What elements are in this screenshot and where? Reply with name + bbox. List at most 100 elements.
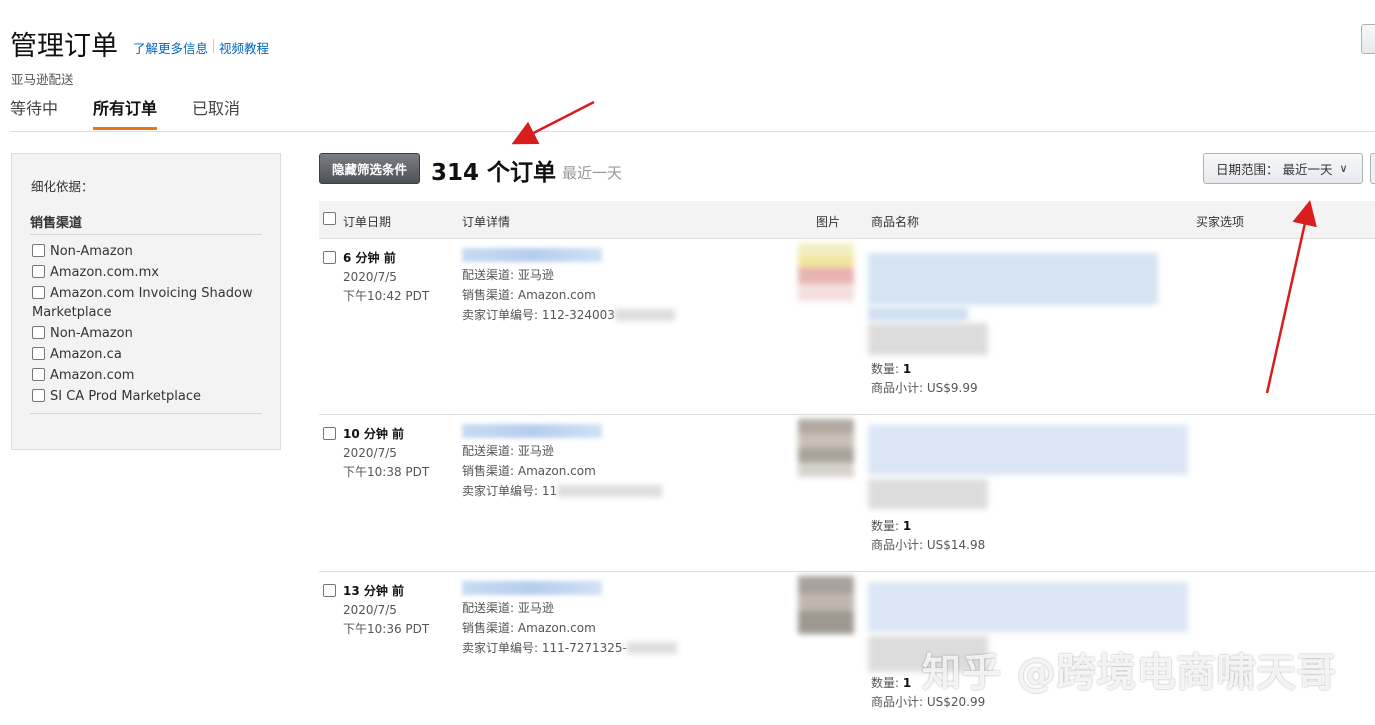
date-range-label: 日期范围： 最近一天 (1216, 162, 1333, 177)
filter-divider (30, 413, 262, 414)
column-product-name: 商品名称 (871, 215, 920, 229)
column-order-details: 订单详情 (462, 215, 511, 229)
sales-channel: 销售渠道: Amazon.com (462, 621, 596, 635)
filter-option[interactable]: Non-Amazon (32, 242, 262, 261)
filter-option[interactable]: Amazon.com (32, 366, 262, 385)
filter-option-label: Amazon.ca (50, 347, 122, 362)
sales-channel: 销售渠道: Amazon.com (462, 464, 596, 478)
filter-option[interactable]: Non-Amazon (32, 324, 262, 343)
filter-option[interactable]: Amazon.ca (32, 345, 262, 364)
checkbox[interactable] (32, 244, 45, 257)
filter-title: 细化依据： (31, 179, 94, 194)
filter-option-label: Amazon.com Invoicing Shadow Marketplace (32, 286, 253, 320)
quantity-line: 数量: 1 (871, 517, 985, 536)
order-age: 13 分钟 前 (343, 584, 405, 598)
order-tabs: 等待中 所有订单 已取消 (10, 95, 275, 130)
order-time-value: 下午10:36 PDT (343, 622, 430, 636)
seller-order-number-text: 卖家订单编号: 111-7271325- (462, 641, 627, 655)
order-details: 配送渠道: 亚马逊 销售渠道: Amazon.com 卖家订单编号: 11 (462, 424, 663, 501)
tab-pending[interactable]: 等待中 (10, 95, 58, 130)
sales-channel-list: Non-Amazon Amazon.com.mx Amazon.com Invo… (32, 242, 262, 408)
item-subtotal: 商品小计: US$14.98 (871, 538, 986, 552)
shipping-channel: 配送渠道: 亚马逊 (462, 601, 554, 615)
column-order-date[interactable]: 订单日期 (343, 213, 391, 230)
filter-option-label: SI CA Prod Marketplace (50, 389, 201, 404)
blurred-block (868, 479, 988, 509)
order-range-label: 最近一天 (562, 164, 623, 182)
order-age: 10 分钟 前 (343, 427, 405, 441)
watermark: 知乎 @跨境电商啸天哥 (922, 651, 1337, 696)
sales-channel: 销售渠道: Amazon.com (462, 288, 596, 302)
redacted-text (557, 485, 663, 497)
table-row: 10 分钟 前 2020/7/5 下午10:38 PDT 配送渠道: 亚马逊 销… (319, 415, 1375, 572)
seller-order-number: 卖家订单编号: 112-324003 (462, 305, 675, 325)
row-checkbox[interactable] (323, 584, 336, 597)
checkbox[interactable] (32, 265, 45, 278)
product-image[interactable] (798, 243, 854, 301)
learn-more-link[interactable]: 了解更多信息 (133, 38, 208, 57)
filter-option[interactable]: Amazon.com Invoicing Shadow Marketplace (32, 284, 262, 322)
order-date-value: 2020/7/5 (343, 603, 397, 617)
tab-cancelled[interactable]: 已取消 (192, 95, 240, 130)
seller-order-number-text: 卖家订单编号: 11 (462, 484, 558, 498)
filter-option-label: Amazon.com (50, 368, 135, 383)
blurred-block (868, 582, 1188, 632)
checkbox[interactable] (32, 368, 45, 381)
order-id-link[interactable] (462, 581, 602, 595)
order-details: 配送渠道: 亚马逊 销售渠道: Amazon.com 卖家订单编号: 112-3… (462, 248, 675, 325)
redacted-text (626, 642, 677, 654)
filter-option[interactable]: SI CA Prod Marketplace (32, 387, 262, 406)
quantity-label: 数量: (871, 362, 900, 376)
tab-all-orders[interactable]: 所有订单 (93, 95, 158, 130)
header-links: 了解更多信息 视频教程 (133, 38, 269, 57)
order-count: 314 个订单 (431, 160, 557, 186)
table-row: 6 分钟 前 2020/7/5 下午10:42 PDT 配送渠道: 亚马逊 销售… (319, 239, 1375, 415)
select-all-checkbox[interactable] (323, 212, 336, 225)
quantity-line: 数量: 1 (871, 360, 978, 379)
checkbox[interactable] (32, 326, 45, 339)
page-title: 管理订单 (10, 31, 118, 62)
order-date-value: 2020/7/5 (343, 446, 397, 460)
blurred-block (868, 307, 968, 321)
checkbox[interactable] (32, 389, 45, 402)
seller-order-number: 卖家订单编号: 11 (462, 481, 663, 501)
product-image[interactable] (798, 576, 854, 634)
top-right-button[interactable] (1361, 24, 1375, 54)
date-range-dropdown[interactable]: 日期范围： 最近一天 ∨ (1203, 153, 1363, 184)
quantity-subtotal: 数量: 1 商品小计: US$9.99 (871, 360, 978, 398)
redacted-text (614, 309, 675, 321)
filter-option-label: Non-Amazon (50, 326, 133, 341)
row-checkbox[interactable] (323, 251, 336, 264)
product-name-blurred[interactable] (868, 249, 1198, 357)
seller-order-number: 卖家订单编号: 111-7271325- (462, 638, 677, 658)
order-age: 6 分钟 前 (343, 251, 396, 265)
seller-order-number-text: 卖家订单编号: 112-324003 (462, 308, 615, 322)
product-image[interactable] (798, 419, 854, 477)
quantity-value: 1 (902, 362, 912, 376)
order-details: 配送渠道: 亚马逊 销售渠道: Amazon.com 卖家订单编号: 111-7… (462, 581, 677, 658)
checkbox[interactable] (32, 286, 45, 299)
filter-divider (30, 234, 262, 235)
link-divider (213, 39, 215, 53)
order-date: 2020/7/5 下午10:36 PDT (343, 601, 429, 639)
page-subtitle: 亚马逊配送 (11, 72, 74, 87)
filter-option-label: Amazon.com.mx (50, 265, 159, 280)
order-time-value: 下午10:42 PDT (343, 289, 430, 303)
item-subtotal: 商品小计: US$9.99 (871, 381, 978, 395)
order-id-link[interactable] (462, 248, 602, 262)
row-checkbox[interactable] (323, 427, 336, 440)
checkbox[interactable] (32, 347, 45, 360)
column-buyer-options: 买家选项 (1196, 215, 1245, 229)
hide-filters-button[interactable]: 隐藏筛选条件 (319, 153, 420, 184)
blurred-block (868, 253, 1158, 305)
extra-toolbar-button[interactable] (1370, 153, 1375, 184)
filter-group-title: 销售渠道 (30, 216, 83, 231)
filter-option[interactable]: Amazon.com.mx (32, 263, 262, 282)
order-id-link[interactable] (462, 424, 602, 438)
shipping-channel: 配送渠道: 亚马逊 (462, 268, 554, 282)
orders-table-header: 订单日期 订单详情 图片 商品名称 买家选项 (319, 201, 1375, 239)
quantity-subtotal: 数量: 1 商品小计: US$14.98 (871, 517, 985, 555)
video-tutorial-link[interactable]: 视频教程 (219, 38, 269, 57)
filter-panel: 细化依据： 销售渠道 Non-Amazon Amazon.com.mx Amaz… (11, 153, 281, 450)
chevron-down-icon: ∨ (1339, 162, 1348, 175)
